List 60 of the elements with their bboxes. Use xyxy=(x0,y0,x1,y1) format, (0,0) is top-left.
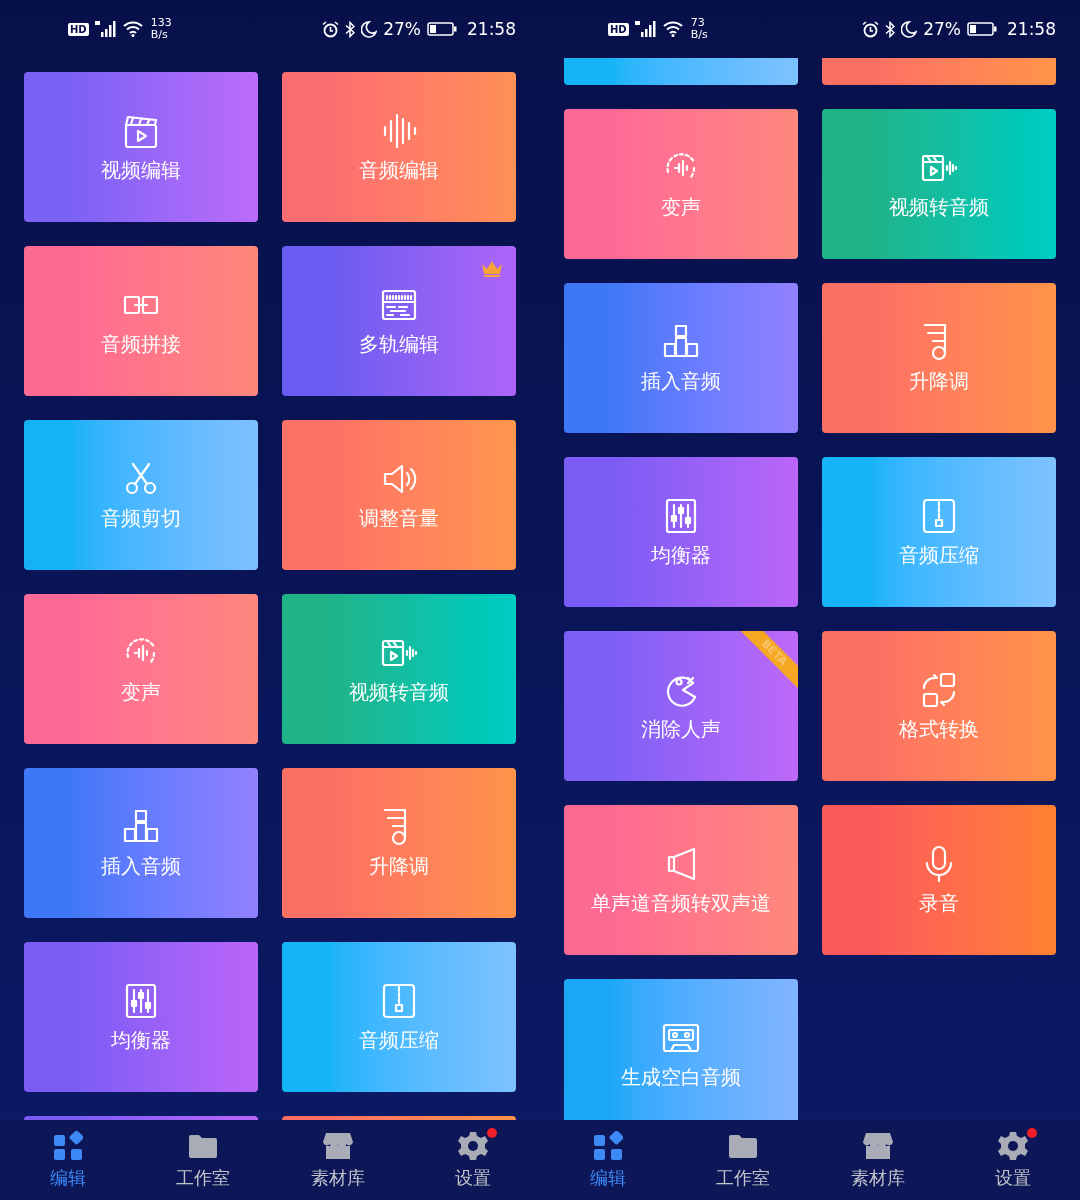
nav-tab[interactable]: 工作室 xyxy=(157,1130,248,1190)
feature-tile[interactable]: 均衡器 xyxy=(24,942,258,1092)
folder-icon xyxy=(727,1132,758,1160)
store-icon xyxy=(321,1131,354,1161)
signal-icon xyxy=(94,21,117,37)
signal-icon xyxy=(634,21,657,37)
nav-tab[interactable]: 素材库 xyxy=(292,1130,383,1190)
feature-tile[interactable]: 视频编辑 xyxy=(24,72,258,222)
alarm-icon xyxy=(862,20,880,38)
hd-icon: HD xyxy=(68,22,89,36)
feature-tile[interactable]: 视频转音频 xyxy=(282,594,516,744)
feature-tile[interactable]: 音频拼接 xyxy=(24,246,258,396)
speed-unit: B/s xyxy=(690,29,708,41)
network-speed: 133 xyxy=(150,17,172,29)
feature-tile[interactable]: 变声 xyxy=(24,594,258,744)
wifi-icon xyxy=(122,21,143,37)
feature-tile[interactable]: 生成空白音频 xyxy=(564,979,798,1120)
feature-tile[interactable]: 调整音量 xyxy=(282,420,516,570)
battery-percent: 27% xyxy=(383,19,421,39)
nav-tab[interactable]: 设置 xyxy=(967,1130,1058,1190)
battery-icon xyxy=(967,22,997,36)
wifi-icon xyxy=(662,21,683,37)
moon-icon xyxy=(361,20,378,38)
settings-icon xyxy=(996,1130,1029,1162)
nav-tab[interactable]: 工作室 xyxy=(697,1130,788,1190)
feature-tile[interactable]: 插入音频 xyxy=(564,283,798,433)
grid-icon xyxy=(52,1131,83,1161)
feature-tile[interactable]: 升降调 xyxy=(282,768,516,918)
feature-tile[interactable]: 变声 xyxy=(564,109,798,259)
feature-tile[interactable]: 音频压缩 xyxy=(822,457,1056,607)
alarm-icon xyxy=(322,20,340,38)
moon-icon xyxy=(901,20,918,38)
feature-tile[interactable]: 视频转音频 xyxy=(822,109,1056,259)
hd-icon: HD xyxy=(608,22,629,36)
battery-icon xyxy=(427,22,457,36)
feature-tile[interactable]: 录音 xyxy=(822,805,1056,955)
clock: 21:58 xyxy=(467,19,516,39)
feature-tile[interactable]: 均衡器 xyxy=(564,457,798,607)
store-icon xyxy=(861,1131,894,1161)
nav-tab[interactable]: 编辑 xyxy=(22,1130,113,1190)
feature-tile[interactable]: 音频编辑 xyxy=(282,72,516,222)
nav-tab[interactable]: 设置 xyxy=(427,1130,518,1190)
folder-icon xyxy=(187,1132,218,1160)
grid-icon xyxy=(592,1131,623,1161)
bluetooth-icon xyxy=(345,20,356,38)
nav-tab[interactable]: 编辑 xyxy=(562,1130,653,1190)
speed-unit: B/s xyxy=(150,29,169,41)
feature-tile[interactable]: 格式转换 xyxy=(822,631,1056,781)
feature-tile[interactable]: 升降调 xyxy=(822,283,1056,433)
settings-icon xyxy=(456,1130,489,1162)
feature-tile[interactable]: 音频压缩 xyxy=(282,942,516,1092)
network-speed: 73 xyxy=(690,17,706,29)
nav-tab[interactable]: 素材库 xyxy=(832,1130,923,1190)
bluetooth-icon xyxy=(885,20,896,38)
feature-tile[interactable]: 插入音频 xyxy=(24,768,258,918)
clock: 21:58 xyxy=(1007,19,1056,39)
feature-tile[interactable]: 单声道音频转双声道 xyxy=(564,805,798,955)
battery-percent: 27% xyxy=(923,19,961,39)
feature-tile[interactable]: 音频剪切 xyxy=(24,420,258,570)
feature-tile[interactable]: 多轨编辑 xyxy=(282,246,516,396)
